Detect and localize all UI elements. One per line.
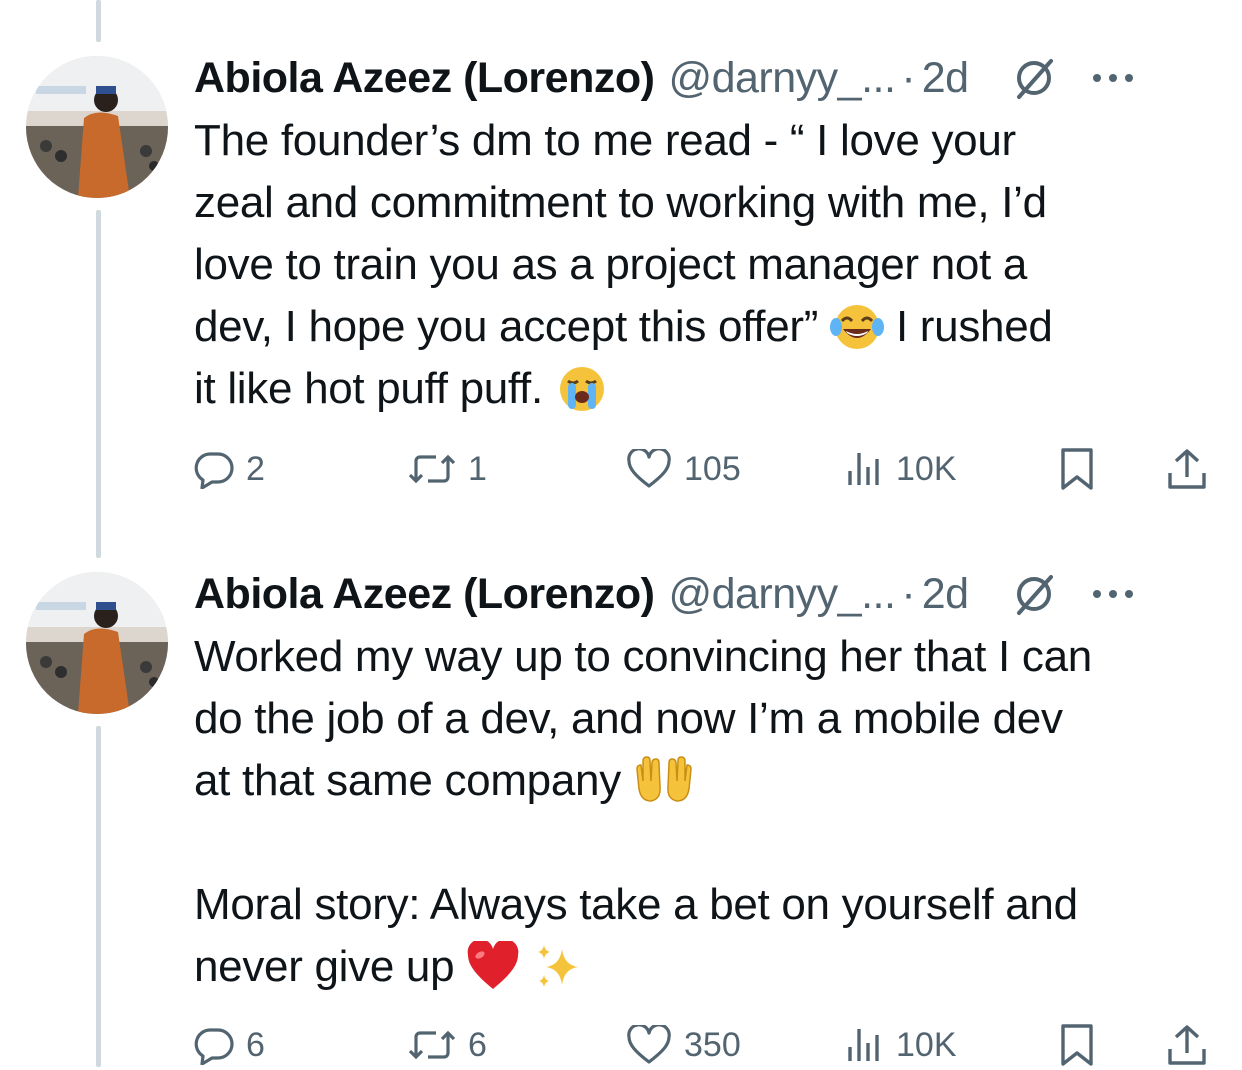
repost-icon <box>408 1030 456 1060</box>
tweet-actions: 2 1 105 10K <box>194 444 1214 494</box>
repost-count: 1 <box>468 449 487 488</box>
like-button[interactable]: 105 <box>626 444 741 494</box>
thread-line-middle <box>96 210 101 558</box>
repost-button[interactable]: 1 <box>408 444 487 494</box>
views-icon <box>848 453 879 485</box>
author-handle[interactable]: @darnyy_... <box>668 570 895 619</box>
avatar[interactable] <box>26 56 168 198</box>
avatar[interactable] <box>26 572 168 714</box>
bookmark-icon <box>1061 1024 1093 1066</box>
share-button[interactable] <box>1166 444 1208 494</box>
heart-icon <box>627 1025 671 1064</box>
share-icon <box>1168 1025 1206 1065</box>
author-handle[interactable]: @darnyy_... <box>668 54 895 103</box>
reply-count: 6 <box>246 1025 265 1064</box>
bookmark-icon <box>1061 448 1093 490</box>
views-count: 10K <box>896 1025 957 1064</box>
share-button[interactable] <box>1166 1020 1208 1070</box>
tweet-header: Abiola Azeez (Lorenzo) @darnyy_... · 2d <box>194 564 1218 624</box>
bookmark-button[interactable] <box>1058 1020 1096 1070</box>
loudly-crying-face-icon <box>555 363 609 413</box>
like-count: 350 <box>684 1025 741 1064</box>
reply-icon <box>194 452 234 489</box>
repost-count: 6 <box>468 1025 487 1064</box>
timestamp[interactable]: 2d <box>922 54 969 103</box>
tweet-text: The founder’s dm to me read - “ I love y… <box>194 110 1204 420</box>
reply-count: 2 <box>246 449 265 488</box>
grok-icon[interactable] <box>1011 55 1057 101</box>
views-button[interactable]: 10K <box>844 1020 957 1070</box>
repost-button[interactable]: 6 <box>408 1020 487 1070</box>
views-icon <box>848 1029 879 1061</box>
separator-dot: · <box>901 569 916 618</box>
views-button[interactable]: 10K <box>844 444 957 494</box>
reply-button[interactable]: 2 <box>194 444 265 494</box>
tweet-text: Worked my way up to convincing her that … <box>194 626 1204 998</box>
like-button[interactable]: 350 <box>626 1020 741 1070</box>
thread-line-top <box>96 0 101 42</box>
tweet-text-part: Moral story: Always take a bet on yourse… <box>194 880 1078 991</box>
like-count: 105 <box>684 449 741 488</box>
more-icon[interactable] <box>1089 584 1137 604</box>
heart-icon <box>627 449 671 488</box>
repost-icon <box>408 454 456 484</box>
palms-up-together-icon <box>633 755 692 805</box>
share-icon <box>1168 449 1206 489</box>
reply-icon <box>194 1028 234 1065</box>
thread-line-bottom <box>96 726 101 1067</box>
tweet-text-part <box>520 942 532 991</box>
tweet-header: Abiola Azeez (Lorenzo) @darnyy_... · 2d <box>194 48 1218 108</box>
sparkles-icon <box>532 941 586 991</box>
red-heart-icon <box>466 939 520 991</box>
face-with-tears-of-joy-icon <box>830 301 885 351</box>
bookmark-button[interactable] <box>1058 444 1096 494</box>
author-name[interactable]: Abiola Azeez (Lorenzo) <box>194 570 655 619</box>
timestamp[interactable]: 2d <box>922 570 969 619</box>
views-count: 10K <box>896 449 957 488</box>
more-icon[interactable] <box>1089 68 1137 88</box>
author-name[interactable]: Abiola Azeez (Lorenzo) <box>194 54 655 103</box>
reply-button[interactable]: 6 <box>194 1020 265 1070</box>
grok-icon[interactable] <box>1011 571 1057 617</box>
separator-dot: · <box>901 53 916 102</box>
tweet-actions: 6 6 350 10K <box>194 1020 1214 1070</box>
